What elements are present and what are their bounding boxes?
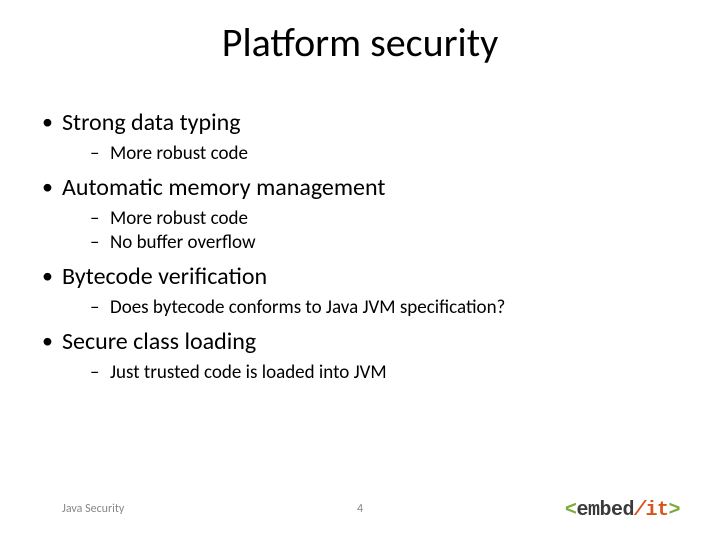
sub-bullet-item: More robust code xyxy=(90,207,680,232)
bullet-label: Automatic memory management xyxy=(62,173,385,202)
sub-bullet-item: No buffer overflow xyxy=(90,231,680,256)
sub-bullet-item: Does bytecode conforms to Java JVM speci… xyxy=(90,296,680,321)
bullet-item: Secure class loading Just trusted code i… xyxy=(40,327,680,386)
bullet-list: Strong data typing More robust code Auto… xyxy=(40,108,680,385)
logo-word-embed: embed xyxy=(576,499,634,522)
logo-angle-open: < xyxy=(565,499,577,522)
slide-content: Strong data typing More robust code Auto… xyxy=(40,108,680,391)
bullet-item: Strong data typing More robust code xyxy=(40,108,680,167)
sub-bullet-list: More robust code No buffer overflow xyxy=(62,207,680,256)
logo-angle-close: > xyxy=(668,499,680,522)
slide: Platform security Strong data typing Mor… xyxy=(0,0,720,540)
sub-bullet-list: More robust code xyxy=(62,142,680,167)
bullet-label: Strong data typing xyxy=(62,108,241,137)
bullet-label: Bytecode verification xyxy=(62,262,267,291)
slide-title: Platform security xyxy=(0,18,720,67)
bullet-item: Automatic memory management More robust … xyxy=(40,173,680,256)
sub-bullet-item: More robust code xyxy=(90,142,680,167)
logo-word-it: it xyxy=(645,499,668,522)
embedit-logo: <embed/it> xyxy=(565,499,680,522)
bullet-label: Secure class loading xyxy=(62,327,256,356)
bullet-item: Bytecode verification Does bytecode conf… xyxy=(40,262,680,321)
sub-bullet-list: Just trusted code is loaded into JVM xyxy=(62,361,680,386)
logo-slash: / xyxy=(634,499,646,522)
sub-bullet-item: Just trusted code is loaded into JVM xyxy=(90,361,680,386)
sub-bullet-list: Does bytecode conforms to Java JVM speci… xyxy=(62,296,680,321)
